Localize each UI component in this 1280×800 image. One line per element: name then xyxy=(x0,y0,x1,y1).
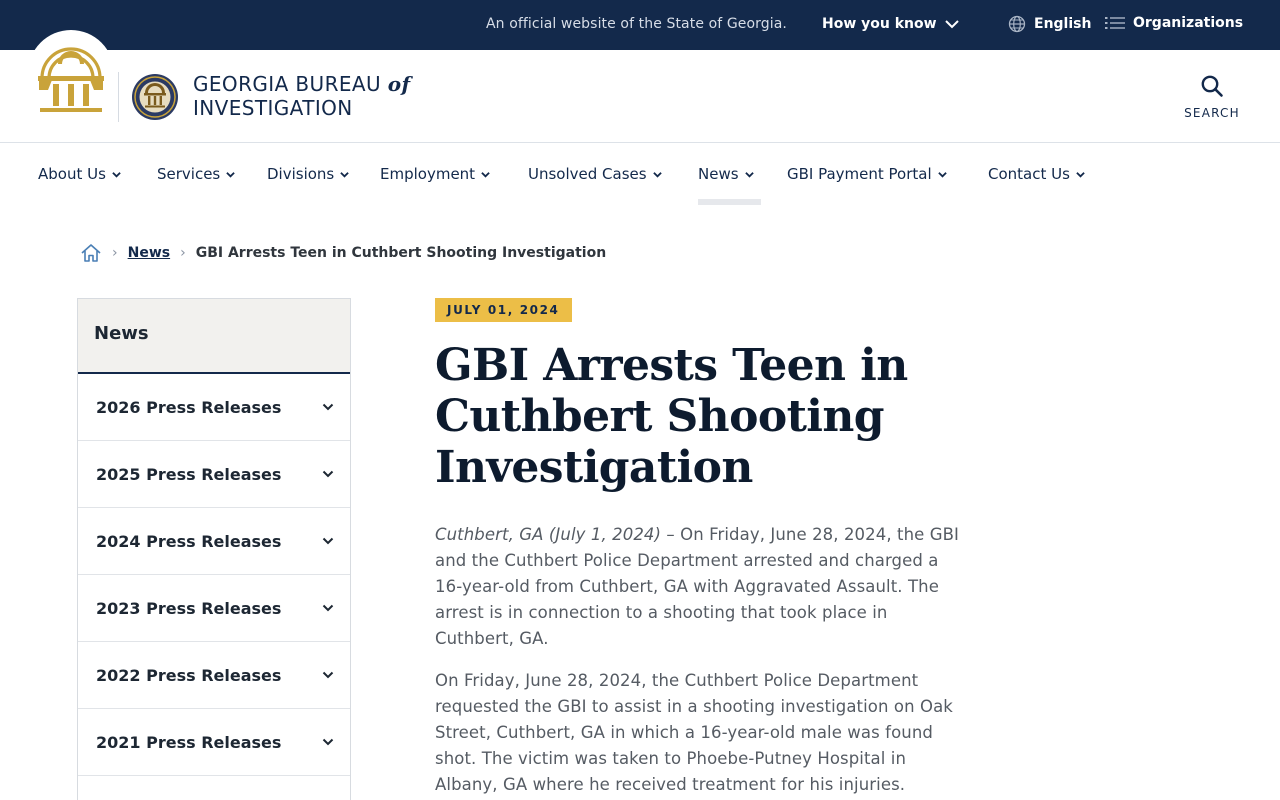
gbi-seal-icon xyxy=(132,74,178,120)
gbi-seal-logo[interactable] xyxy=(131,71,179,127)
chevron-right-icon: › xyxy=(180,245,186,261)
search-label: SEARCH xyxy=(1184,106,1240,120)
sidebar-item-label: 2024 Press Releases xyxy=(96,531,282,551)
nav-item-news[interactable]: News xyxy=(698,165,754,183)
article-paragraph: On Friday, June 28, 2024, the Cuthbert P… xyxy=(435,671,953,794)
article-body: Cuthbert, GA (July 1, 2024) – On Friday,… xyxy=(435,522,960,800)
logo-divider xyxy=(118,72,119,122)
georgia-arch-icon xyxy=(38,47,104,112)
nav-item-services[interactable]: Services xyxy=(157,165,236,183)
sidebar-item-2021-press-releases[interactable]: 2021 Press Releases xyxy=(78,709,350,776)
globe-icon xyxy=(1008,15,1026,33)
sidebar-item-2025-press-releases[interactable]: 2025 Press Releases xyxy=(78,441,350,508)
official-site-text: An official website of the State of Geor… xyxy=(486,16,787,32)
chevron-down-icon xyxy=(112,171,121,178)
article-paragraph: Cuthbert, GA (July 1, 2024) – On Friday,… xyxy=(435,522,960,652)
nav-item-about-us[interactable]: About Us xyxy=(38,165,121,183)
how-you-know-label: How you know xyxy=(822,16,937,32)
official-banner: An official website of the State of Geor… xyxy=(0,0,1280,50)
organizations-label: Organizations xyxy=(1133,15,1244,31)
nav-item-label: Unsolved Cases xyxy=(528,165,647,183)
breadcrumb-current: GBI Arrests Teen in Cuthbert Shooting In… xyxy=(195,245,607,261)
nav-item-label: News xyxy=(698,165,739,183)
nav-item-label: GBI Payment Portal xyxy=(787,165,932,183)
chevron-right-icon: › xyxy=(112,245,118,261)
article-dateline: Cuthbert, GA (July 1, 2024) xyxy=(435,525,662,544)
sidebar-item-label: 2025 Press Releases xyxy=(96,464,282,484)
chevron-down-icon xyxy=(226,171,236,178)
nav-item-label: Contact Us xyxy=(988,165,1070,183)
chevron-down-icon xyxy=(744,171,754,178)
chevron-down-icon xyxy=(481,171,490,178)
site-header: GEORGIA BUREAU of INVESTIGATION SEARCH xyxy=(0,30,1280,143)
site-title-line1: GEORGIA BUREAU xyxy=(193,72,382,96)
nav-item-label: Employment xyxy=(380,165,476,183)
site-title-of: of xyxy=(387,72,411,96)
chevron-down-icon xyxy=(322,671,334,679)
sidebar-item-label: 2026 Press Releases xyxy=(96,397,282,417)
chevron-down-icon xyxy=(340,171,349,178)
georgia-state-logo[interactable] xyxy=(28,30,114,130)
nav-item-label: Divisions xyxy=(267,165,335,183)
article-title: GBI Arrests Teen in Cuthbert Shooting In… xyxy=(435,340,908,493)
how-you-know-toggle[interactable]: How you know xyxy=(822,16,959,32)
chevron-down-icon xyxy=(322,604,334,612)
sidebar-item-2024-press-releases[interactable]: 2024 Press Releases xyxy=(78,508,350,575)
nav-item-divisions[interactable]: Divisions xyxy=(267,165,349,183)
chevron-down-icon xyxy=(652,171,662,178)
sidebar-item-2023-press-releases[interactable]: 2023 Press Releases xyxy=(78,575,350,642)
chevron-down-icon xyxy=(322,470,334,478)
news-sidebar: News 2026 Press Releases 2025 Press Rele… xyxy=(77,298,351,800)
nav-item-label: About Us xyxy=(38,165,106,183)
chevron-down-icon xyxy=(937,171,947,178)
chevron-down-icon xyxy=(322,403,334,411)
main-navigation: About Us Services Divisions Employment U… xyxy=(0,143,1280,207)
home-icon[interactable] xyxy=(80,243,102,263)
sidebar-item-label: 2022 Press Releases xyxy=(96,665,282,685)
search-button[interactable]: SEARCH xyxy=(1180,74,1244,124)
sidebar-item-2026-press-releases[interactable]: 2026 Press Releases xyxy=(78,374,350,441)
nav-item-contact-us[interactable]: Contact Us xyxy=(988,165,1085,183)
search-icon xyxy=(1201,75,1223,97)
sidebar-item-2022-press-releases[interactable]: 2022 Press Releases xyxy=(78,642,350,709)
language-label: English xyxy=(1034,16,1092,32)
site-title[interactable]: GEORGIA BUREAU of INVESTIGATION xyxy=(193,72,411,120)
list-icon xyxy=(1105,17,1125,29)
sidebar-item-label: 2023 Press Releases xyxy=(96,598,282,618)
site-title-line2: INVESTIGATION xyxy=(193,96,353,120)
sidebar-heading: News xyxy=(78,299,350,374)
chevron-down-icon xyxy=(322,537,334,545)
nav-item-gbi-payment-portal[interactable]: GBI Payment Portal xyxy=(787,165,947,183)
organizations-menu[interactable]: Organizations xyxy=(1105,15,1243,31)
chevron-down-icon xyxy=(1076,171,1085,178)
language-selector[interactable]: English xyxy=(1008,15,1091,33)
nav-item-employment[interactable]: Employment xyxy=(380,165,490,183)
nav-active-indicator xyxy=(698,199,761,205)
chevron-down-icon xyxy=(944,19,959,28)
nav-item-label: Services xyxy=(157,165,221,183)
sidebar-item-label: 2021 Press Releases xyxy=(96,732,282,752)
article-date-badge: JULY 01, 2024 xyxy=(435,298,572,322)
breadcrumb: › News › GBI Arrests Teen in Cuthbert Sh… xyxy=(80,241,606,265)
breadcrumb-news-link[interactable]: News xyxy=(128,245,170,261)
nav-item-unsolved-cases[interactable]: Unsolved Cases xyxy=(528,165,662,183)
chevron-down-icon xyxy=(322,738,334,746)
